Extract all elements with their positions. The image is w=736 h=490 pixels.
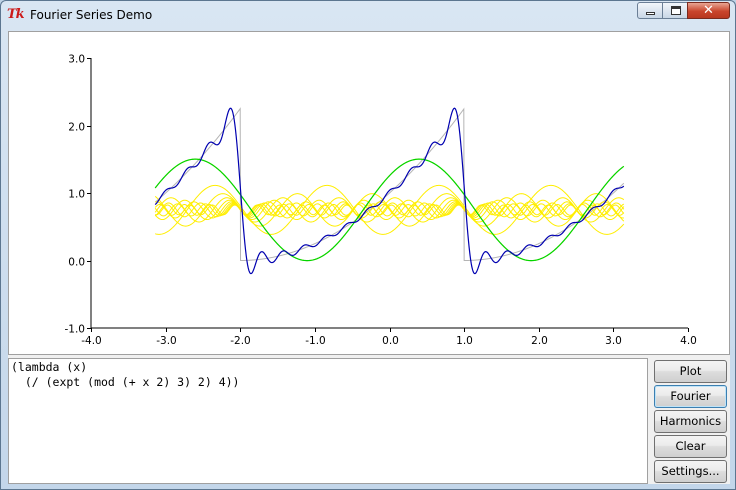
x-tick-label: -2.0: [230, 335, 251, 347]
y-tick-label: 2.0: [68, 122, 85, 134]
plot-button[interactable]: Plot: [654, 360, 727, 383]
minimize-icon: [646, 12, 655, 15]
y-tick-label: 1.0: [68, 189, 85, 201]
y-tick-label: 0.0: [68, 257, 85, 269]
x-tick-label: -1.0: [305, 335, 326, 347]
y-tick-label: -1.0: [65, 324, 86, 336]
close-button[interactable]: ✕: [687, 2, 730, 19]
maximize-button[interactable]: [662, 2, 688, 19]
harmonics-button[interactable]: Harmonics: [654, 410, 727, 433]
app-window: Tk Fourier Series Demo ✕ -4.0 -3.0 -2.0 -1.…: [0, 0, 736, 490]
close-icon: ✕: [703, 3, 714, 18]
maximize-icon: [671, 6, 681, 15]
fourier-sum-curve: [154, 107, 625, 275]
x-tick-label: -3.0: [156, 335, 177, 347]
fourier-plot: -4.0 -3.0 -2.0 -1.0 0.0 1.0 2.0 3.0 4.0 3.0 2.0 1.0…: [65, 54, 697, 348]
title-bar[interactable]: Tk Fourier Series Demo ✕: [1, 1, 735, 31]
x-tick-label: 4.0: [680, 335, 697, 347]
y-tick-label: 3.0: [68, 54, 85, 66]
x-tick-label: 1.0: [456, 335, 473, 347]
caption-buttons: ✕: [637, 2, 730, 20]
plot-canvas[interactable]: -4.0 -3.0 -2.0 -1.0 0.0 1.0 2.0 3.0 4.0 3.0 2.0 1.0…: [8, 31, 730, 355]
window-title: Fourier Series Demo: [30, 8, 153, 22]
settings-button[interactable]: Settings...: [654, 460, 727, 483]
clear-button[interactable]: Clear: [654, 435, 727, 458]
x-tick-label: 2.0: [531, 335, 548, 347]
client-area: -4.0 -3.0 -2.0 -1.0 0.0 1.0 2.0 3.0 4.0 3.0 2.0 1.0…: [8, 31, 730, 484]
tk-feather-icon: Tk: [7, 7, 25, 22]
x-tick-label: 0.0: [382, 335, 399, 347]
expression-editor[interactable]: (lambda (x) (/ (expt (mod (+ x 2) 3) 2) …: [8, 358, 648, 484]
fourier-button[interactable]: Fourier: [654, 385, 727, 408]
minimize-button[interactable]: [637, 2, 663, 19]
function-curve: [154, 107, 625, 261]
x-tick-label: 3.0: [605, 335, 622, 347]
x-tick-label: -4.0: [81, 335, 102, 347]
